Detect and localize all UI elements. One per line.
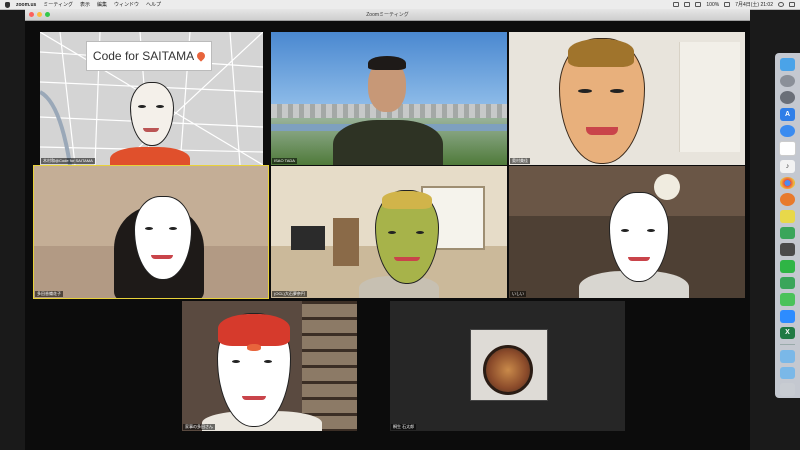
- search-icon[interactable]: [778, 2, 784, 7]
- clock[interactable]: 7月4日(土) 21:02: [735, 1, 773, 8]
- video-tile-5[interactable]: (OCL)大石夢奈円: [271, 166, 507, 298]
- participant-hair: [368, 56, 406, 70]
- notes-icon[interactable]: [780, 209, 795, 223]
- rocket-icon[interactable]: [780, 91, 795, 104]
- participant-name: 家事の多田さん: [183, 424, 215, 430]
- video-tile-3[interactable]: 奥村美佳: [509, 32, 745, 165]
- dock-separator: [780, 344, 795, 345]
- window-thumbnail: [470, 329, 548, 401]
- participant-name: 多田香織花子: [35, 291, 63, 297]
- messenger-icon[interactable]: [780, 124, 795, 138]
- tv-screen: [291, 226, 325, 250]
- finder-icon[interactable]: [780, 58, 795, 71]
- chrome-icon[interactable]: [780, 176, 795, 190]
- display-status-icon[interactable]: [684, 2, 691, 7]
- ribbon-icon: [247, 344, 261, 351]
- folder-icon[interactable]: [780, 350, 795, 363]
- line-icon[interactable]: [780, 259, 795, 273]
- participant-name: 木村和@Code for SAITAMA: [41, 158, 95, 164]
- evernote-icon[interactable]: [780, 226, 795, 240]
- app-store-icon[interactable]: A: [780, 107, 795, 121]
- map-pin-icon: [195, 50, 207, 62]
- menu-app-name[interactable]: zoom.us: [16, 2, 36, 8]
- battery-percent: 100%: [706, 1, 720, 8]
- video-tile-4[interactable]: 多田香織花子: [33, 165, 269, 299]
- apple-icon[interactable]: [5, 1, 10, 8]
- round-window-view: [483, 345, 533, 395]
- window-titlebar: Zoomミーティング: [25, 9, 750, 21]
- window-title: Zoomミーティング: [366, 12, 409, 18]
- spreadsheet-icon[interactable]: [780, 276, 795, 290]
- video-tile-1[interactable]: Code for SAITAMA 木村和@Code for SAITAMA: [40, 32, 263, 165]
- menu-help[interactable]: ヘルプ: [146, 1, 161, 8]
- bookshelf: [333, 218, 359, 266]
- bookshelf: [302, 301, 357, 431]
- participant-body: [333, 120, 443, 165]
- status-area: 100% 7月4日(土) 21:02: [673, 1, 800, 8]
- firefox-icon[interactable]: [780, 193, 795, 206]
- menu-view[interactable]: 表示: [80, 1, 90, 8]
- fullscreen-icon[interactable]: [45, 12, 50, 17]
- participant-name: 奥村美佳: [510, 158, 530, 164]
- excel-icon[interactable]: X: [780, 326, 795, 340]
- zoom-window: Zoomミーティング Code for SAITAMA 木村和@Code for…: [25, 9, 750, 450]
- zoom-icon[interactable]: [780, 309, 795, 323]
- calculator-icon[interactable]: [780, 243, 795, 256]
- trash-icon[interactable]: [780, 383, 795, 396]
- menu-edit[interactable]: 編集: [97, 1, 107, 8]
- code-for-saitama-logo: Code for SAITAMA: [86, 41, 212, 71]
- paper-face-mask: [217, 313, 291, 427]
- participant-name: いしい: [510, 291, 526, 297]
- zoom-status-icon[interactable]: [673, 2, 680, 7]
- control-center-icon[interactable]: [789, 2, 795, 7]
- video-tile-2[interactable]: ISAO TADA: [271, 32, 507, 165]
- launchpad-icon[interactable]: [780, 74, 795, 88]
- close-icon[interactable]: [29, 12, 34, 17]
- ceiling-light: [654, 174, 680, 200]
- video-tile-8[interactable]: 桐生 石太郎: [390, 301, 625, 431]
- folder2-icon[interactable]: [780, 366, 795, 380]
- calendar-icon[interactable]: [779, 141, 796, 156]
- minimize-icon[interactable]: [37, 12, 42, 17]
- battery-icon[interactable]: [724, 2, 731, 7]
- paper-face-mask: [609, 192, 669, 282]
- paper-face-mask: [375, 190, 439, 284]
- menu-window[interactable]: ウィンドウ: [114, 1, 139, 8]
- participant-name: (OCL)大石夢奈円: [272, 291, 307, 297]
- shelf-background: [679, 42, 740, 152]
- menu-meeting[interactable]: ミーティング: [43, 1, 73, 8]
- paper-face-mask: [559, 38, 645, 164]
- participant-body: [110, 147, 190, 165]
- wifi-icon[interactable]: [695, 2, 702, 7]
- video-tile-6[interactable]: いしい: [509, 166, 745, 298]
- dock: A ♪ X: [775, 53, 800, 398]
- participant-name: ISAO TADA: [272, 158, 297, 164]
- music-icon[interactable]: ♪: [780, 159, 795, 173]
- facetime-icon[interactable]: [780, 293, 795, 306]
- video-tile-7[interactable]: 家事の多田さん: [182, 301, 357, 431]
- logo-text: Code for SAITAMA: [92, 49, 195, 63]
- participant-name: 桐生 石太郎: [391, 424, 417, 430]
